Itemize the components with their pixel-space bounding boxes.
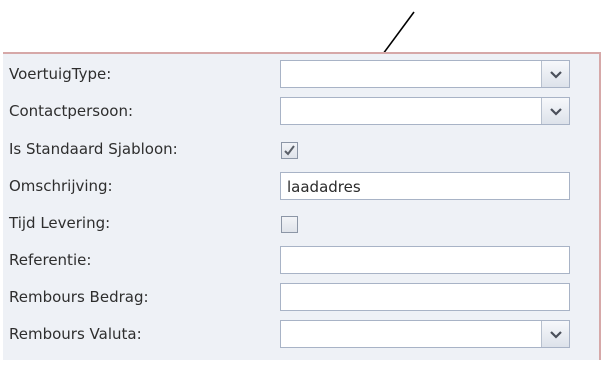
form-row-is-standaard-sjabloon: Is Standaard Sjabloon: bbox=[3, 131, 599, 168]
form-panel: VoertuigType: Contactpersoon: Is Standaa… bbox=[3, 52, 601, 360]
chevron-down-icon bbox=[550, 331, 562, 339]
contactpersoon-select[interactable] bbox=[280, 97, 570, 125]
referentie-input[interactable] bbox=[280, 246, 570, 274]
checkmark-icon bbox=[284, 145, 295, 156]
voertuigtype-dropdown-button[interactable] bbox=[541, 61, 569, 87]
rembours-valuta-dropdown-button[interactable] bbox=[541, 321, 569, 347]
is-standaard-sjabloon-checkbox[interactable] bbox=[281, 142, 298, 159]
voertuigtype-label: VoertuigType: bbox=[9, 65, 112, 83]
form-row-referentie: Referentie: bbox=[3, 242, 599, 279]
form-row-contactpersoon: Contactpersoon: bbox=[3, 93, 599, 130]
chevron-down-icon bbox=[550, 108, 562, 116]
form-row-omschrijving: Omschrijving: laadadres bbox=[3, 168, 599, 205]
form-row-voertuigtype: VoertuigType: bbox=[3, 56, 599, 93]
rembours-bedrag-input[interactable] bbox=[280, 283, 570, 311]
tijd-levering-checkbox[interactable] bbox=[281, 216, 298, 233]
referentie-label: Referentie: bbox=[9, 251, 92, 269]
voertuigtype-select[interactable] bbox=[280, 60, 570, 88]
form-row-rembours-valuta: Rembours Valuta: bbox=[3, 316, 599, 353]
rembours-valuta-select[interactable] bbox=[280, 320, 570, 348]
omschrijving-value: laadadres bbox=[287, 178, 361, 196]
contactpersoon-label: Contactpersoon: bbox=[9, 102, 134, 120]
form-row-tijd-levering: Tijd Levering: bbox=[3, 205, 599, 242]
omschrijving-label: Omschrijving: bbox=[9, 177, 113, 195]
contactpersoon-dropdown-button[interactable] bbox=[541, 98, 569, 124]
omschrijving-input[interactable]: laadadres bbox=[280, 172, 570, 200]
rembours-valuta-label: Rembours Valuta: bbox=[9, 325, 142, 343]
is-standaard-sjabloon-label: Is Standaard Sjabloon: bbox=[9, 140, 178, 158]
tijd-levering-label: Tijd Levering: bbox=[9, 214, 111, 232]
chevron-down-icon bbox=[550, 71, 562, 79]
rembours-bedrag-label: Rembours Bedrag: bbox=[9, 288, 149, 306]
form-row-rembours-bedrag: Rembours Bedrag: bbox=[3, 279, 599, 316]
